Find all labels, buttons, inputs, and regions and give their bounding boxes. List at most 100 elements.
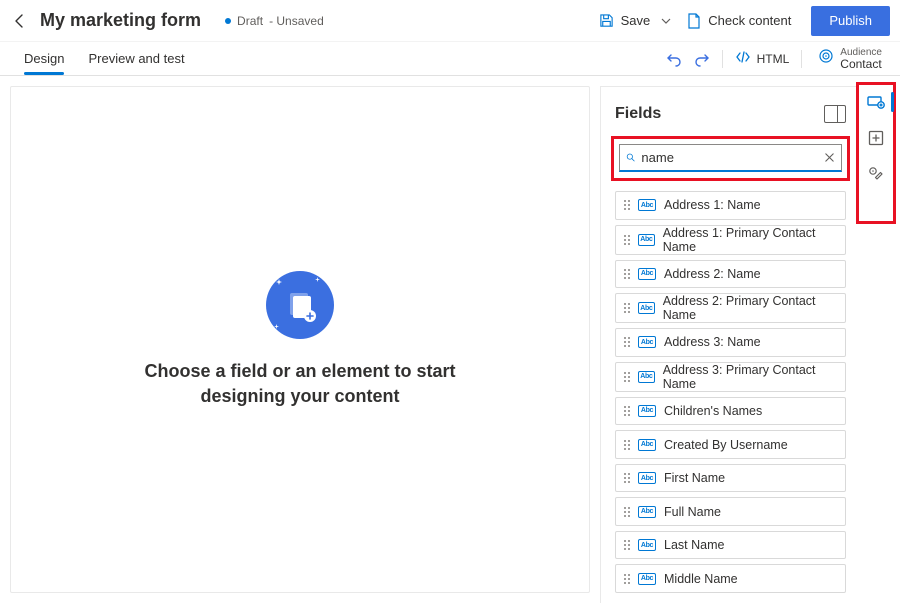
rail-fields-button[interactable] [860, 89, 892, 115]
field-item[interactable]: AbcAddress 1: Name [615, 191, 846, 220]
field-label: Address 2: Name [664, 267, 761, 281]
field-item[interactable]: Abc Address 2: Name [615, 260, 846, 289]
drag-handle-icon [624, 200, 630, 210]
field-item[interactable]: Abc Middle Name [615, 564, 846, 593]
design-canvas[interactable]: Choose a field or an element to start de… [10, 86, 590, 593]
field-type-badge: Abc [638, 506, 656, 518]
status-label: Draft [237, 14, 263, 28]
redo-icon [694, 51, 710, 67]
target-icon [818, 48, 834, 69]
field-item[interactable]: Abc Address 3: Name [615, 328, 846, 357]
save-icon [599, 13, 615, 29]
panel-layout-toggle[interactable] [824, 105, 846, 123]
field-type-badge: Abc [638, 405, 656, 417]
field-item[interactable]: AbcLast Name [615, 531, 846, 560]
audience-selector[interactable]: Audience Contact [814, 48, 886, 70]
drag-handle-icon [624, 507, 630, 517]
undo-button[interactable] [660, 45, 688, 73]
field-type-badge: Abc [638, 302, 655, 314]
panel-title: Fields [615, 105, 661, 123]
rail-edit-button[interactable] [860, 161, 892, 187]
redo-button[interactable] [688, 45, 716, 73]
field-item[interactable]: Abc Address 2: Primary Contact Name [615, 293, 846, 323]
field-item[interactable]: Abc Address 3: Primary Contact Name [615, 362, 846, 392]
field-label: Address 1: Primary Contact Name [663, 226, 837, 254]
field-label: Full Name [664, 505, 721, 519]
drag-handle-icon [624, 337, 630, 347]
canvas-wrapper: Choose a field or an element to start de… [0, 76, 600, 603]
check-content-label: Check content [708, 13, 791, 28]
back-button[interactable] [8, 9, 32, 33]
drag-handle-icon [624, 235, 630, 245]
save-button[interactable]: Save [589, 5, 661, 37]
code-icon [735, 49, 751, 68]
fields-list: AbcAddress 1: NameAbcAddress 1: Primary … [615, 191, 846, 593]
chevron-down-icon [661, 16, 671, 26]
field-label: Address 3: Primary Contact Name [663, 363, 837, 391]
drag-handle-icon [624, 303, 630, 313]
empty-state-line1: Choose a field or an element to start [144, 359, 455, 383]
save-label: Save [621, 13, 651, 28]
field-type-badge: Abc [638, 371, 655, 383]
field-label: Middle Name [664, 572, 738, 586]
field-item[interactable]: Abc Created By Username [615, 430, 846, 459]
clear-search-button[interactable] [823, 150, 835, 166]
field-type-badge: Abc [638, 439, 656, 451]
drag-handle-icon [624, 440, 630, 450]
field-search[interactable] [619, 144, 842, 172]
status-dot-icon [225, 18, 231, 24]
field-item[interactable]: Abc Address 1: Primary Contact Name [615, 225, 846, 255]
search-highlight-annotation [611, 136, 850, 181]
check-content-button[interactable]: Check content [676, 5, 801, 37]
save-dropdown[interactable] [656, 5, 676, 37]
empty-state-line2: designing your content [144, 384, 455, 408]
field-type-badge: Abc [638, 539, 656, 551]
field-type-badge: Abc [638, 268, 656, 280]
undo-icon [666, 51, 682, 67]
field-type-badge: Abc [638, 336, 656, 348]
field-label: Address 3: Name [664, 335, 761, 349]
drag-handle-icon [624, 406, 630, 416]
field-item[interactable]: Abc First Name [615, 464, 846, 493]
empty-state-text: Choose a field or an element to start de… [144, 359, 455, 408]
field-type-badge: Abc [638, 573, 656, 585]
field-item[interactable]: Abc Children's Names [615, 397, 846, 426]
search-input[interactable] [641, 150, 817, 165]
tab-toolbar: Design Preview and test HTML Audience Co… [0, 42, 900, 76]
tab-preview[interactable]: Preview and test [88, 43, 184, 74]
field-type-badge: Abc [638, 472, 656, 484]
html-button[interactable]: HTML [729, 49, 796, 68]
tab-design[interactable]: Design [24, 43, 64, 74]
page-title: My marketing form [40, 10, 201, 31]
field-label: Children's Names [664, 404, 762, 418]
field-label: Address 2: Primary Contact Name [663, 294, 837, 322]
search-icon [626, 151, 635, 164]
audience-label: Audience [840, 48, 882, 58]
field-item[interactable]: Abc Full Name [615, 497, 846, 526]
toolbar-separator-2 [801, 50, 802, 68]
audience-value: Contact [840, 58, 882, 70]
field-type-badge: Abc [638, 199, 656, 211]
drag-handle-icon [624, 372, 630, 382]
back-arrow-icon [12, 13, 28, 29]
publish-button[interactable]: Publish [811, 6, 890, 36]
rail-highlight-annotation [856, 82, 896, 224]
fields-icon [867, 94, 885, 110]
side-rail [859, 89, 893, 187]
field-label: Created By Username [664, 438, 788, 452]
drag-handle-icon [624, 540, 630, 550]
rail-elements-button[interactable] [860, 125, 892, 151]
empty-state-icon [266, 271, 334, 339]
field-label: First Name [664, 471, 725, 485]
pen-settings-icon [868, 166, 884, 182]
toolbar-separator [722, 50, 723, 68]
status-suffix: - Unsaved [269, 14, 324, 28]
field-type-badge: Abc [638, 234, 655, 246]
body-area: Choose a field or an element to start de… [0, 76, 900, 603]
fields-panel: Fields AbcAddress 1: NameAbcAddress 1: P… [600, 86, 856, 603]
document-icon [686, 13, 702, 29]
status-chip: Draft - Unsaved [225, 14, 324, 28]
drag-handle-icon [624, 574, 630, 584]
close-icon [824, 152, 835, 163]
header-bar: My marketing form Draft - Unsaved Save C… [0, 0, 900, 42]
